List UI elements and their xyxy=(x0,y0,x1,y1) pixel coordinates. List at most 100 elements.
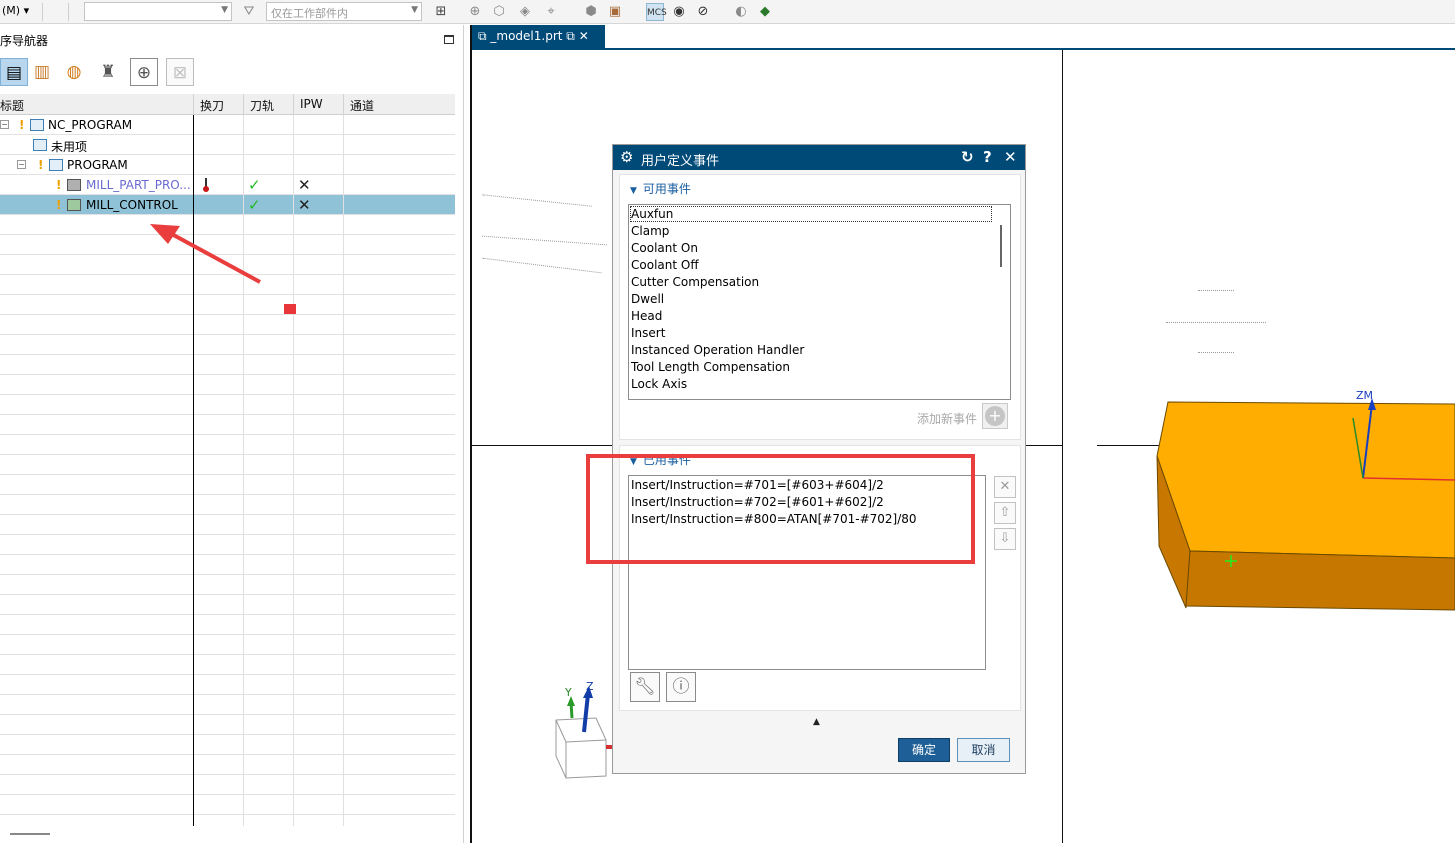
column-header-channel[interactable]: 通道 xyxy=(350,97,374,114)
plus-icon: + xyxy=(985,406,1005,426)
tab-close-icon[interactable]: ✕ xyxy=(579,29,589,43)
program-folder-icon xyxy=(30,119,44,131)
filter-icon[interactable]: ⛛ xyxy=(240,3,258,21)
warning-icon: ! xyxy=(56,198,62,212)
available-event-item[interactable]: Coolant Off xyxy=(631,258,699,272)
row-name: 未用项 xyxy=(51,140,88,154)
help-icon[interactable]: ? xyxy=(983,148,992,166)
empty-row xyxy=(0,635,455,655)
empty-row xyxy=(0,355,455,375)
warning-icon: ! xyxy=(56,178,62,192)
dialog-title-bar[interactable]: ⚙ 用户定义事件 ↻ ? ✕ xyxy=(613,145,1025,170)
column-header-tool-change[interactable]: 换刀 xyxy=(200,97,224,114)
graphics-tab[interactable]: ⧉ _model1.prt ⧉ ✕ xyxy=(472,25,605,49)
path-status-check: ✓ xyxy=(248,176,261,194)
table-row[interactable]: 未用项 xyxy=(0,135,455,155)
table-row[interactable]: − ! PROGRAM xyxy=(0,155,455,175)
y-axis-label: Y xyxy=(565,686,572,699)
layer-icon[interactable]: ◆ xyxy=(756,3,774,21)
available-event-item[interactable]: Insert xyxy=(631,326,665,340)
machine-tool-view-icon[interactable]: ▥ xyxy=(28,58,56,86)
available-event-item[interactable]: Tool Length Compensation xyxy=(631,360,790,374)
column-header-ipw[interactable]: IPW xyxy=(300,97,323,111)
available-event-item[interactable]: Clamp xyxy=(631,224,669,238)
available-event-item[interactable]: Instanced Operation Handler xyxy=(631,343,804,357)
toolbar-separator xyxy=(42,3,43,21)
empty-row xyxy=(0,495,455,515)
empty-row xyxy=(0,375,455,395)
toolbar-separator xyxy=(68,3,69,21)
ipw-status-cross: ✕ xyxy=(298,176,311,194)
object-select-icon[interactable]: ◈ xyxy=(516,3,534,21)
render-icon[interactable]: ◐ xyxy=(732,3,750,21)
cancel-button[interactable]: 取消 xyxy=(957,738,1010,762)
hide-eye-icon[interactable]: ⊘ xyxy=(694,3,712,21)
available-event-item[interactable]: Auxfun xyxy=(630,206,992,222)
point-select-icon[interactable]: ⌖ xyxy=(542,3,560,21)
empty-row xyxy=(0,295,455,315)
selection-scope-combo[interactable]: 仅在工作部件内 ▼ xyxy=(266,2,422,21)
annotation-highlight-box xyxy=(586,454,975,564)
empty-row xyxy=(0,435,455,455)
empty-row xyxy=(0,535,455,555)
ipw-status-cross: ✕ xyxy=(298,196,311,214)
event-info-icon[interactable]: ⓘ xyxy=(666,672,696,702)
empty-row xyxy=(0,415,455,435)
available-event-item[interactable]: Coolant On xyxy=(631,241,698,255)
move-up-button[interactable]: ⇧ xyxy=(994,502,1016,524)
part-solid xyxy=(1156,398,1455,611)
polygon-select-icon[interactable]: ⬡ xyxy=(490,3,508,21)
maximize-icon[interactable] xyxy=(444,35,454,44)
empty-row xyxy=(0,695,455,715)
create-program-icon[interactable]: ⊕ xyxy=(130,58,158,86)
type-filter-combo[interactable]: ▼ xyxy=(84,2,232,21)
geometry-view-icon[interactable]: ◍ xyxy=(60,58,88,86)
solid-view-icon[interactable]: ⬢ xyxy=(582,3,600,21)
warning-icon: ! xyxy=(19,118,25,132)
collapse-icon[interactable]: − xyxy=(17,160,26,169)
program-order-view-icon[interactable]: ▤ xyxy=(0,58,28,86)
wire-edge xyxy=(1198,290,1234,291)
box-view-icon[interactable]: ▣ xyxy=(606,3,624,21)
menu-dropdown[interactable]: (M) ▾ xyxy=(2,4,29,17)
column-header-path[interactable]: 刀轨 xyxy=(250,97,274,114)
column-header-title[interactable]: 标题 xyxy=(0,97,24,114)
available-event-item[interactable]: Lock Axis xyxy=(631,377,687,391)
add-new-event-label: 添加新事件 xyxy=(917,412,978,426)
collapse-dialog-chevron[interactable]: ▲ xyxy=(813,717,820,727)
table-row-selected[interactable]: ! MILL_CONTROL ✓ ✕ xyxy=(0,195,455,215)
tab-title: _model1.prt xyxy=(490,29,563,43)
wire-edge xyxy=(482,257,602,274)
close-icon[interactable]: ✕ xyxy=(1004,148,1017,166)
empty-row xyxy=(0,575,455,595)
available-events-header[interactable]: ▼ 可用事件 xyxy=(630,180,691,197)
empty-row xyxy=(0,395,455,415)
ok-button[interactable]: 确定 xyxy=(898,738,950,762)
snap-point-icon[interactable]: ⊕ xyxy=(466,3,484,21)
method-view-icon[interactable]: ♜ xyxy=(94,58,122,86)
collapse-icon[interactable]: − xyxy=(0,120,9,129)
edit-event-wrench-icon[interactable]: 🔧︎ xyxy=(630,672,660,702)
table-row[interactable]: ! MILL_PART_PRO... ✓ ✕ xyxy=(0,175,455,195)
show-eye-icon[interactable]: ◉ xyxy=(670,3,688,21)
undock-icon[interactable]: ⧉ xyxy=(566,29,578,43)
annotation-arrow xyxy=(150,224,261,284)
selection-filter-icon[interactable]: ⊞ xyxy=(432,3,450,21)
empty-row xyxy=(0,315,455,335)
available-event-item[interactable]: Cutter Compensation xyxy=(631,275,759,289)
mcs-display-icon[interactable]: MCS xyxy=(646,3,667,21)
horizontal-scrollbar[interactable] xyxy=(10,833,50,835)
available-events-list[interactable]: Auxfun Clamp Coolant On Coolant Off Cutter C… xyxy=(628,204,1011,400)
move-down-button[interactable]: ⇩ xyxy=(994,528,1016,550)
list-scrollbar[interactable] xyxy=(994,207,1008,397)
remove-event-button[interactable]: ✕ xyxy=(994,476,1016,498)
navigator-title: 序导航器 xyxy=(0,34,49,48)
table-row[interactable]: − ! NC_PROGRAM xyxy=(0,115,455,135)
empty-row xyxy=(0,795,455,815)
reset-icon[interactable]: ↻ xyxy=(961,148,974,166)
available-event-item[interactable]: Head xyxy=(631,309,662,323)
operation-navigator: 序导航器 ▤ ▥ ◍ ♜ ⊕ ⊠ 标题 换刀 刀轨 IPW 通道 − ! NC_… xyxy=(0,25,464,843)
add-new-event-button[interactable]: + xyxy=(982,403,1008,429)
available-event-item[interactable]: Dwell xyxy=(631,292,664,306)
wire-edge xyxy=(482,235,607,246)
